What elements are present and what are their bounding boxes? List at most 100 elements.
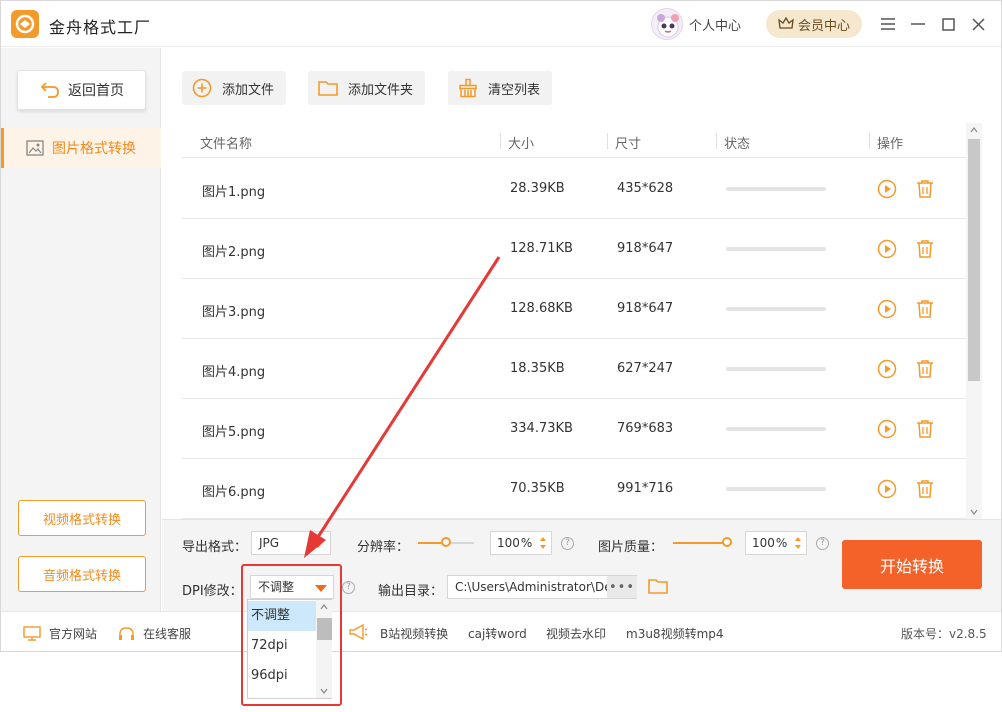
table-row[interactable]: 图片4.png 18.35KB 627*247 <box>182 339 966 399</box>
stepper-arrows-icon[interactable] <box>539 535 547 551</box>
add-file-button[interactable]: 添加文件 <box>182 71 287 105</box>
table-row[interactable]: 图片1.png 28.39KB 435*628 <box>182 159 966 219</box>
file-dims: 769*683 <box>617 421 674 436</box>
broom-icon <box>459 78 477 98</box>
chevron-down-icon <box>312 541 324 548</box>
progress-bar <box>726 307 826 311</box>
scroll-thumb[interactable] <box>968 139 980 381</box>
column-divider <box>500 133 501 149</box>
user-center-button[interactable]: 个人中心 <box>651 8 741 40</box>
quality-slider-knob[interactable] <box>722 537 732 547</box>
file-size: 70.35KB <box>510 481 565 496</box>
table-header: 文件名称 大小 尺寸 状态 操作 <box>182 123 966 158</box>
progress-bar <box>726 247 826 251</box>
footer-link-caj[interactable]: caj转word <box>468 625 527 642</box>
file-size: 18.35KB <box>510 361 565 376</box>
app-window: 金舟格式工厂 个人中心 会员中心 返回首页 图片格式转换 视频格式转换 音频格式… <box>0 0 1002 652</box>
online-service-label: 在线客服 <box>143 627 192 641</box>
online-service-link[interactable]: 在线客服 <box>118 625 191 642</box>
sidebar-item-image-convert[interactable]: 图片格式转换 <box>1 128 161 168</box>
export-format-select[interactable]: JPG <box>251 531 331 555</box>
progress-bar <box>726 487 826 491</box>
resolution-slider-knob[interactable] <box>441 537 451 547</box>
help-icon[interactable]: ? <box>561 537 574 550</box>
clear-list-label: 清空列表 <box>488 82 541 98</box>
dpi-select[interactable]: 不调整 <box>250 575 334 599</box>
column-divider <box>869 133 870 149</box>
footer-link-m3u8[interactable]: m3u8视频转mp4 <box>626 625 724 642</box>
table-scrollbar[interactable] <box>966 123 982 519</box>
file-name: 图片1.png <box>202 185 266 200</box>
dropdown-scroll-thumb[interactable] <box>317 618 332 640</box>
play-icon[interactable] <box>876 298 898 320</box>
folder-icon[interactable] <box>648 577 668 595</box>
trash-icon[interactable] <box>914 238 936 260</box>
help-icon[interactable]: ? <box>342 581 355 594</box>
chevron-down-icon <box>315 585 327 592</box>
scroll-down-icon[interactable] <box>320 688 328 694</box>
dropdown-scrollbar[interactable] <box>316 600 332 698</box>
play-icon[interactable] <box>876 178 898 200</box>
dpi-option[interactable]: 96dpi <box>248 661 316 691</box>
back-home-button[interactable]: 返回首页 <box>17 70 146 110</box>
trash-icon[interactable] <box>914 418 936 440</box>
dpi-option[interactable]: 不调整 <box>248 601 316 631</box>
add-folder-button[interactable]: 添加文件夹 <box>308 71 426 105</box>
footer-link-watermark[interactable]: 视频去水印 <box>546 625 606 642</box>
play-icon[interactable] <box>876 238 898 260</box>
file-size: 28.39KB <box>510 181 565 196</box>
browse-button[interactable]: ••• <box>607 576 637 598</box>
image-icon <box>26 140 44 156</box>
play-icon[interactable] <box>876 478 898 500</box>
table-row[interactable]: 图片3.png 128.68KB 918*647 <box>182 279 966 339</box>
table-row[interactable]: 图片5.png 334.73KB 769*683 <box>182 399 966 459</box>
vip-center-button[interactable]: 会员中心 <box>766 10 862 38</box>
column-header-name: 文件名称 <box>200 137 253 152</box>
table-row[interactable]: 图片2.png 128.71KB 918*647 <box>182 219 966 279</box>
trash-icon[interactable] <box>914 358 936 380</box>
scroll-up-icon[interactable] <box>320 604 328 610</box>
dpi-option[interactable]: 72dpi <box>248 631 316 661</box>
help-icon[interactable]: ? <box>816 537 829 550</box>
scroll-up-icon[interactable] <box>970 127 978 133</box>
resolution-value: 100 <box>497 536 520 550</box>
start-convert-button[interactable]: 开始转换 <box>842 540 982 589</box>
quality-input[interactable]: 100% <box>745 531 807 555</box>
maximize-icon[interactable] <box>938 14 958 34</box>
resolution-input[interactable]: 100% <box>490 531 552 555</box>
scroll-down-icon[interactable] <box>970 509 978 515</box>
official-website-link[interactable]: 官方网站 <box>23 625 97 642</box>
audio-convert-button[interactable]: 音频格式转换 <box>18 556 146 592</box>
table-row[interactable]: 图片6.png 70.35KB 991*716 <box>182 459 966 519</box>
close-icon[interactable] <box>968 14 988 34</box>
footer-link-bilibili[interactable]: B站视频转换 <box>380 625 448 642</box>
footer: 官方网站 在线客服 B站视频转换 caj转word 视频去水印 m3u8视频转m… <box>1 611 1001 651</box>
resolution-slider-track <box>448 542 474 544</box>
minimize-icon[interactable] <box>908 14 928 34</box>
file-name: 图片4.png <box>202 365 266 380</box>
clear-list-button[interactable]: 清空列表 <box>448 71 553 105</box>
play-icon[interactable] <box>876 358 898 380</box>
trash-icon[interactable] <box>914 178 936 200</box>
quality-slider[interactable] <box>673 542 729 544</box>
stepper-arrows-icon[interactable] <box>794 535 802 551</box>
file-dims: 991*716 <box>617 481 674 496</box>
file-dims: 918*647 <box>617 241 674 256</box>
app-title: 金舟格式工厂 <box>49 18 152 37</box>
column-header-status: 状态 <box>724 137 751 152</box>
file-name: 图片5.png <box>202 425 266 440</box>
dpi-value: 不调整 <box>258 580 295 594</box>
column-divider <box>716 133 717 149</box>
trash-icon[interactable] <box>914 478 936 500</box>
add-file-label: 添加文件 <box>222 82 275 98</box>
video-convert-button[interactable]: 视频格式转换 <box>18 500 146 536</box>
megaphone-icon <box>349 623 368 641</box>
menu-icon[interactable] <box>878 14 898 34</box>
headset-icon <box>119 626 134 640</box>
trash-icon[interactable] <box>914 298 936 320</box>
file-dims: 627*247 <box>617 361 674 376</box>
column-header-dims: 尺寸 <box>615 137 642 152</box>
plus-circle-icon <box>192 78 212 98</box>
settings-panel: 导出格式： JPG 分辨率： 100% ? 图片质量： 100% ? DPI修改… <box>162 519 1001 611</box>
play-icon[interactable] <box>876 418 898 440</box>
